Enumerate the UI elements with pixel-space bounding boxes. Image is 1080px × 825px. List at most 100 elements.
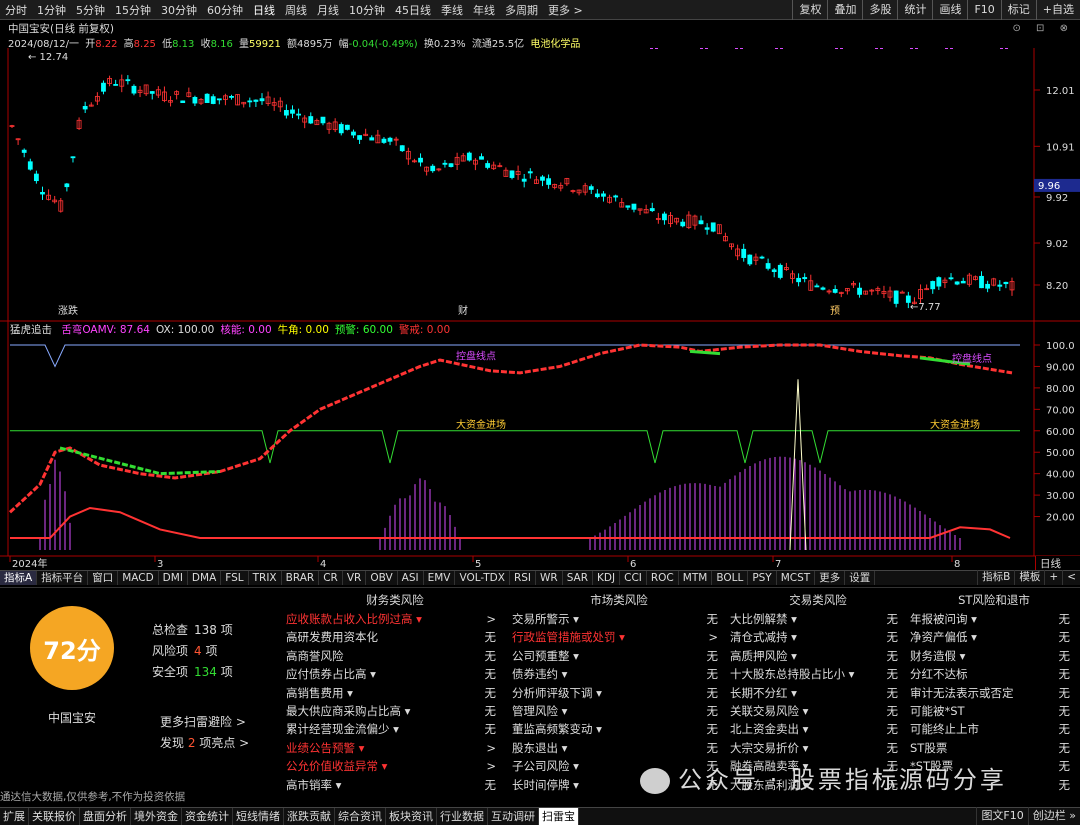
risk-row[interactable]: 董监高频繁变动 ▾ 无: [512, 720, 726, 738]
indicator-tab[interactable]: 更多: [815, 571, 846, 585]
indicator-tab[interactable]: VOL-TDX: [455, 571, 510, 585]
indicator-tab[interactable]: 窗口: [88, 571, 119, 585]
indicator-tab[interactable]: CR: [319, 571, 343, 585]
risk-row[interactable]: 高销售费用 ▾ 无: [286, 684, 504, 702]
indicator-tab-right[interactable]: 模板: [1014, 570, 1044, 585]
risk-row[interactable]: 关联交易风险 ▾ 无: [730, 702, 906, 720]
indicator-tab[interactable]: DMI: [159, 571, 188, 585]
risk-row[interactable]: 十大股东总持股占比小 ▾ 无: [730, 665, 906, 683]
period-tab[interactable]: 日线: [248, 2, 280, 18]
indicator-tab[interactable]: ASI: [398, 571, 424, 585]
risk-row[interactable]: 公允价值收益异常 ▾ >: [286, 757, 504, 775]
indicator-tab-right[interactable]: <: [1062, 570, 1080, 585]
bottom-tab[interactable]: 扩展: [0, 808, 29, 825]
bottom-tab-right[interactable]: 图文F10: [976, 807, 1027, 825]
toolbar-button[interactable]: F10: [967, 0, 1000, 20]
indicator-tab[interactable]: ROC: [647, 571, 679, 585]
period-tab[interactable]: 30分钟: [156, 2, 202, 18]
indicator-tab[interactable]: MCST: [777, 571, 816, 585]
toolbar-button[interactable]: +自选: [1035, 0, 1080, 20]
toolbar-button[interactable]: 画线: [932, 0, 967, 20]
risk-row[interactable]: 最大供应商采购占比高 ▾ 无: [286, 702, 504, 720]
risk-row[interactable]: 审计无法表示或否定 无: [910, 684, 1078, 702]
period-tab[interactable]: 10分钟: [344, 2, 390, 18]
risk-row[interactable]: 清仓式减持 ▾ 无: [730, 628, 906, 646]
period-tab[interactable]: 月线: [312, 2, 344, 18]
indicator-tab-right[interactable]: 指标B: [977, 570, 1014, 585]
indicator-tab[interactable]: BRAR: [282, 571, 320, 585]
risk-row[interactable]: 行政监管措施或处罚 ▾ >: [512, 628, 726, 646]
risk-row[interactable]: 分析师评级下调 ▾ 无: [512, 684, 726, 702]
indicator-tab[interactable]: MACD: [118, 571, 159, 585]
toolbar-button[interactable]: 统计: [897, 0, 932, 20]
period-tab[interactable]: 季线: [436, 2, 468, 18]
bottom-tab[interactable]: 关联报价: [29, 808, 80, 825]
risk-row[interactable]: 可能终止上市 无: [910, 720, 1078, 738]
risk-row[interactable]: 管理风险 ▾ 无: [512, 702, 726, 720]
toolbar-button[interactable]: 复权: [792, 0, 827, 20]
bottom-tab[interactable]: 板块资讯: [386, 808, 437, 825]
risk-row[interactable]: 可能被*ST 无: [910, 702, 1078, 720]
risk-row[interactable]: 高质押风险 ▾ 无: [730, 647, 906, 665]
indicator-tab[interactable]: SAR: [563, 571, 594, 585]
indicator-tab[interactable]: MTM: [679, 571, 713, 585]
indicator-tab[interactable]: DMA: [188, 571, 222, 585]
risk-row[interactable]: 财务造假 ▾ 无: [910, 647, 1078, 665]
bottom-tab[interactable]: 境外资金: [131, 808, 182, 825]
risk-row[interactable]: 北上资金卖出 ▾ 无: [730, 720, 906, 738]
risk-row[interactable]: 债券违约 ▾ 无: [512, 665, 726, 683]
indicator-name[interactable]: 猛虎追击: [10, 324, 52, 336]
indicator-tab[interactable]: KDJ: [593, 571, 621, 585]
risk-row[interactable]: 分红不达标 无: [910, 665, 1078, 683]
highlight-link[interactable]: 发现 2 项亮点 >: [160, 733, 249, 754]
risk-row[interactable]: 应付债券占比高 ▾ 无: [286, 665, 504, 683]
risk-row[interactable]: 股东退出 ▾ 无: [512, 739, 726, 757]
period-tab[interactable]: 15分钟: [110, 2, 156, 18]
risk-row[interactable]: 高研发费用资本化 无: [286, 628, 504, 646]
period-tab[interactable]: 年线: [468, 2, 500, 18]
indicator-tab[interactable]: 设置: [845, 571, 876, 585]
risk-row[interactable]: 高市销率 ▾ 无: [286, 776, 504, 794]
bottom-tab[interactable]: 扫雷宝: [539, 808, 579, 825]
risk-row[interactable]: 交易所警示 ▾ 无: [512, 610, 726, 628]
bottom-tab[interactable]: 短线情绪: [233, 808, 284, 825]
toolbar-button[interactable]: 标记: [1000, 0, 1036, 20]
indicator-tab[interactable]: EMV: [424, 571, 456, 585]
chart-area[interactable]: ← 12.74 ←7.77 涨跌 财 预 12.01 10.91 9.92 9.02 8.20 9…: [0, 48, 1080, 570]
indicator-tab[interactable]: BOLL: [712, 571, 749, 585]
period-tab[interactable]: 5分钟: [71, 2, 110, 18]
more-risk-link[interactable]: 更多扫雷避险 >: [160, 712, 249, 733]
risk-row[interactable]: 长期不分红 ▾ 无: [730, 684, 906, 702]
period-tab[interactable]: 45日线: [390, 2, 436, 18]
window-controls[interactable]: ⊙ ⊡ ⊗: [1013, 23, 1075, 34]
indicator-tab[interactable]: VR: [343, 571, 367, 585]
period-tab[interactable]: 周线: [280, 2, 312, 18]
bottom-tab[interactable]: 盘面分析: [80, 808, 131, 825]
risk-row[interactable]: 大比例解禁 ▾ 无: [730, 610, 906, 628]
period-label[interactable]: 日线: [1035, 556, 1080, 570]
bottom-tab[interactable]: 行业数据: [437, 808, 488, 825]
indicator-tab[interactable]: 指标A: [0, 571, 38, 585]
indicator-tab[interactable]: 指标平台: [37, 571, 89, 585]
indicator-tab-right[interactable]: +: [1044, 570, 1062, 585]
bottom-tab[interactable]: 综合资讯: [335, 808, 386, 825]
indicator-tab[interactable]: OBV: [366, 571, 398, 585]
bottom-tab[interactable]: 互动调研: [488, 808, 539, 825]
bottom-tab-right[interactable]: 创边栏 »: [1027, 807, 1080, 825]
risk-row[interactable]: 业绩公告预警 ▾ >: [286, 739, 504, 757]
indicator-tab[interactable]: WR: [536, 571, 563, 585]
period-tab[interactable]: 1分钟: [32, 2, 71, 18]
indicator-tab[interactable]: TRIX: [249, 571, 282, 585]
risk-row[interactable]: 公司预重整 ▾ 无: [512, 647, 726, 665]
period-tab[interactable]: 分时: [0, 2, 32, 18]
indicator-tab[interactable]: PSY: [748, 571, 777, 585]
risk-row[interactable]: 应收账款占收入比例过高 ▾ >: [286, 610, 504, 628]
bottom-tab[interactable]: 涨跌贡献: [284, 808, 335, 825]
risk-row[interactable]: ST股票 无: [910, 739, 1078, 757]
indicator-tab[interactable]: FSL: [221, 571, 249, 585]
period-tab[interactable]: 60分钟: [202, 2, 248, 18]
risk-row[interactable]: 高商誉风险 无: [286, 647, 504, 665]
toolbar-button[interactable]: 叠加: [827, 0, 862, 20]
toolbar-button[interactable]: 多股: [862, 0, 897, 20]
risk-row[interactable]: 净资产偏低 ▾ 无: [910, 628, 1078, 646]
